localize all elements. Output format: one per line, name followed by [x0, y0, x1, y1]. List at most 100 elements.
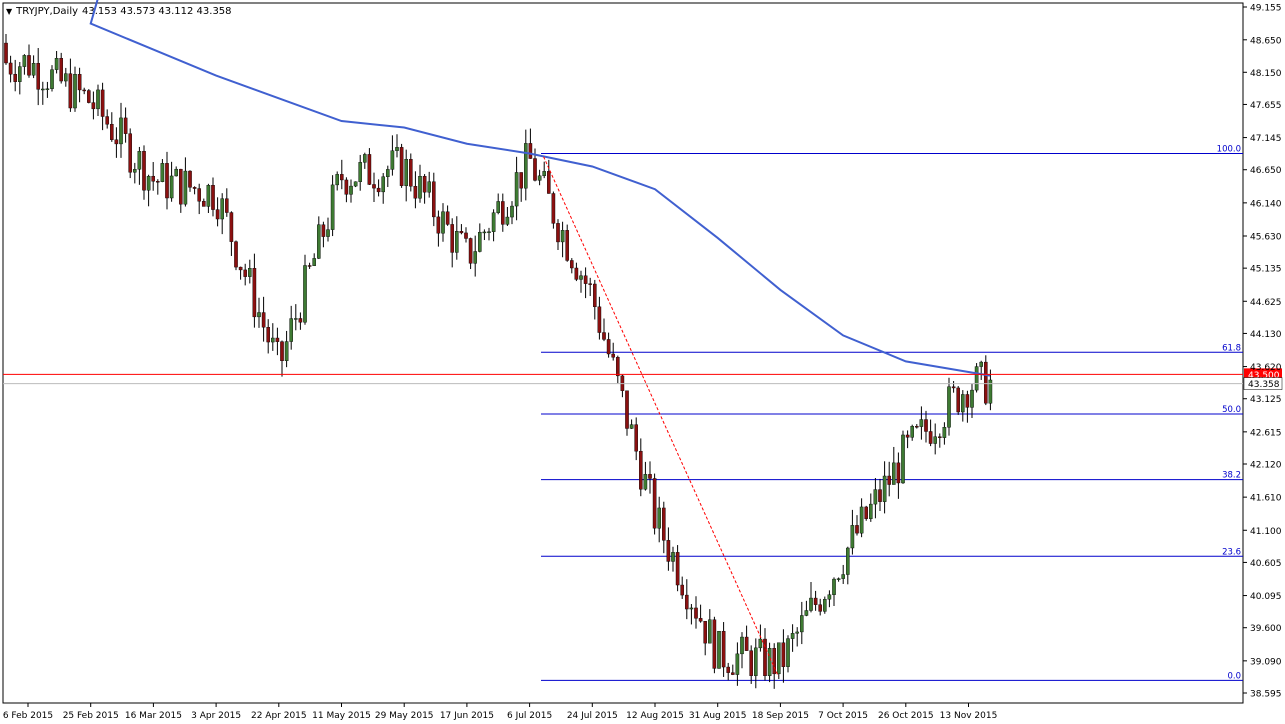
bull-candle: [882, 475, 887, 502]
bear-candle: [261, 312, 266, 328]
bear-candle: [547, 171, 551, 194]
bull-candle: [31, 63, 36, 76]
bull-candle: [740, 636, 744, 655]
trendline[interactable]: [543, 156, 779, 677]
bull-candle: [579, 275, 583, 280]
bear-candle: [59, 58, 63, 82]
bull-candle: [777, 642, 781, 675]
bear-candle: [583, 275, 588, 284]
bear-candle: [652, 478, 657, 529]
bull-candle: [505, 216, 510, 225]
y-tick-label: 46.650: [1250, 166, 1282, 176]
bear-candle: [243, 269, 248, 277]
bear-candle: [13, 73, 18, 82]
bear-candle: [432, 181, 436, 218]
bear-candle: [192, 187, 197, 189]
x-tick-label: 22 Apr 2015: [251, 711, 307, 721]
bear-candle: [721, 631, 726, 668]
bull-candle: [542, 171, 546, 177]
x-tick-label: 18 Sep 2015: [752, 711, 809, 721]
bear-candle: [887, 475, 891, 485]
bear-candle: [984, 361, 988, 404]
bear-candle: [712, 619, 717, 669]
x-tick-label: 3 Apr 2015: [191, 711, 241, 721]
x-tick-label: 12 Aug 2015: [626, 711, 684, 721]
bull-candle: [970, 389, 974, 408]
y-tick-label: 38.595: [1250, 690, 1282, 700]
bull-candle: [386, 169, 390, 177]
bear-candle: [698, 618, 703, 622]
bear-candle: [266, 327, 271, 343]
bull-candle: [947, 386, 951, 428]
bear-candle: [105, 116, 109, 125]
bull-candle: [284, 341, 289, 362]
bull-candle: [303, 265, 307, 323]
bull-candle: [363, 154, 367, 163]
bull-candle: [754, 647, 758, 676]
bull-candle: [643, 474, 648, 490]
price-chart[interactable]: 100.0 61.8 50.0 38.2 23.6 0.0 43.50043.358 49…: [0, 0, 1285, 724]
bear-candle: [27, 55, 31, 76]
bear-candle: [749, 650, 753, 676]
bull-candle: [404, 158, 409, 186]
bull-candle: [381, 176, 386, 193]
bull-candle: [220, 198, 225, 220]
bear-candle: [813, 597, 818, 605]
y-axis: 49.155 48.650 48.150 47.655 47.145 46.650 46.1…: [1243, 4, 1282, 700]
bear-candle: [965, 394, 970, 408]
bull-candle: [294, 318, 298, 320]
bear-candle: [703, 621, 707, 644]
bear-candle: [340, 174, 344, 181]
y-tick-label: 49.155: [1250, 4, 1282, 14]
bear-candle: [639, 450, 643, 490]
bull-candle: [850, 525, 855, 549]
bear-candle: [896, 462, 901, 484]
bear-candle: [938, 436, 942, 438]
bear-candle: [450, 224, 455, 253]
bear-candle: [114, 139, 119, 145]
bull-candle: [455, 231, 459, 253]
bear-candle: [344, 179, 349, 195]
bull-candle: [942, 427, 947, 438]
bull-candle: [247, 268, 252, 277]
moving-average: [89, 0, 991, 377]
fib-level-label: 0.0: [1227, 671, 1241, 681]
bear-candle: [422, 176, 427, 193]
bear-candle: [197, 188, 202, 202]
bear-candle: [82, 89, 86, 92]
fibonacci-retracement[interactable]: 100.0 61.8 50.0 38.2 23.6 0.0: [541, 144, 1243, 681]
bear-candle: [409, 158, 413, 187]
bull-candle: [809, 597, 813, 611]
x-tick-label: 11 May 2015: [312, 711, 371, 721]
y-tick-label: 46.140: [1250, 199, 1282, 209]
y-tick-label: 43.620: [1250, 363, 1282, 373]
bull-candle: [786, 638, 790, 667]
bear-candle: [864, 506, 868, 519]
bear-candle: [36, 63, 40, 90]
bear-candle: [413, 186, 418, 199]
bear-candle: [616, 357, 620, 377]
bear-candle: [155, 181, 160, 183]
bear-candle: [367, 154, 372, 185]
bear-candle: [86, 90, 91, 103]
bear-candle: [731, 672, 735, 675]
bull-candle: [961, 394, 965, 413]
bear-candle: [680, 584, 684, 596]
bull-candle: [804, 610, 809, 616]
bear-candle: [574, 267, 579, 280]
bear-candle: [100, 89, 105, 117]
y-tick-label: 45.135: [1250, 265, 1282, 275]
bear-candle: [372, 184, 376, 189]
y-tick-label: 44.625: [1250, 298, 1282, 308]
x-tick-label: 6 Jul 2015: [507, 711, 552, 721]
bull-candle: [18, 66, 22, 82]
bear-candle: [565, 230, 569, 261]
x-tick-label: 16 Mar 2015: [125, 711, 182, 721]
bear-candle: [818, 604, 822, 612]
bear-candle: [123, 117, 128, 134]
y-tick-label: 47.655: [1250, 101, 1282, 111]
bear-candle: [593, 283, 597, 308]
bull-candle: [790, 633, 795, 639]
bull-candle: [289, 318, 294, 342]
bull-candle: [119, 117, 123, 145]
